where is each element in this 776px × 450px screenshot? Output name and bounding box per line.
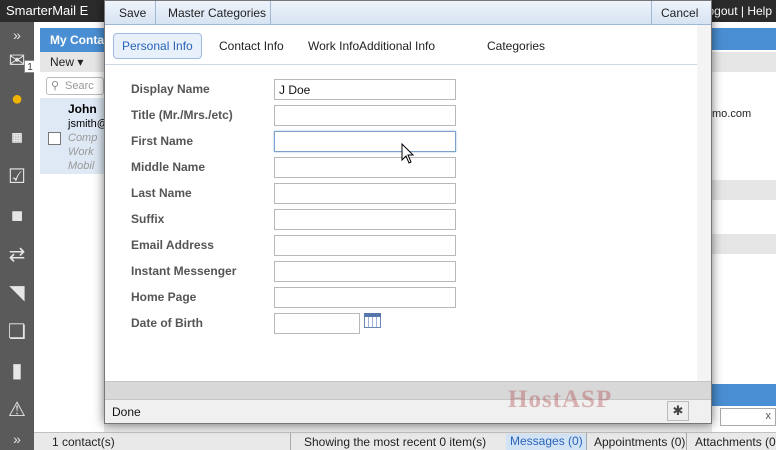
watermark-logo: HostASP [508, 386, 613, 413]
date-of-birth-label: Date of Birth [131, 316, 203, 330]
calendar-icon[interactable]: ▦ [4, 124, 30, 150]
title-label: Title (Mr./Mrs./etc) [131, 108, 233, 122]
dialog-footer [105, 381, 711, 399]
dialog-status-bar: Done ✱ [105, 399, 711, 423]
field-row-date-of-birth: Date of Birth [105, 313, 697, 335]
first-name-label: First Name [131, 134, 194, 148]
tab-contact-info[interactable]: Contact Info [210, 33, 293, 59]
rss-icon[interactable]: ◥ [4, 280, 30, 306]
appointments-tab[interactable]: Appointments (0) [594, 435, 685, 449]
tab-categories[interactable]: Categories [478, 33, 554, 59]
middle-name-input[interactable] [274, 157, 456, 178]
email-address-label: Email Address [131, 238, 214, 252]
home-page-label: Home Page [131, 290, 197, 304]
tab-additional-info[interactable]: Additional Info [350, 33, 444, 59]
divider [270, 1, 271, 25]
contact-details-pane: mo.com x [712, 22, 776, 432]
save-button[interactable]: Save [119, 6, 146, 20]
details-filter-input[interactable]: x [720, 408, 776, 426]
date-of-birth-input[interactable] [274, 313, 360, 334]
field-row-im: Instant Messenger [105, 261, 697, 283]
recent-items-text: Showing the most recent 0 item(s) [304, 435, 487, 449]
messages-tab[interactable]: Messages (0) [506, 434, 587, 450]
instant-messenger-label: Instant Messenger [131, 264, 237, 278]
reports-icon[interactable]: ▮ [4, 358, 30, 384]
notes-icon[interactable]: ■ [4, 203, 30, 229]
last-name-label: Last Name [131, 186, 192, 200]
sync-icon[interactable]: ⇄ [4, 242, 30, 268]
tasks-icon[interactable]: ☑ [4, 164, 30, 190]
contact-checkbox[interactable] [48, 132, 61, 145]
contacts-search-input[interactable]: ⚲ Searc [46, 77, 104, 95]
search-placeholder: Searc [65, 80, 94, 92]
master-categories-button[interactable]: Master Categories [168, 6, 266, 20]
dialog-toolbar: Save Master Categories Cancel [105, 1, 711, 25]
divider [651, 1, 652, 25]
status-text: Done [112, 405, 141, 419]
details-section-band [712, 180, 776, 200]
contact-company: Comp [68, 132, 98, 144]
contact-mobile: Mobil [68, 160, 95, 172]
field-row-home-page: Home Page [105, 287, 697, 309]
app-title: SmarterMail E [6, 3, 89, 18]
tab-personal-info[interactable]: Personal Info [113, 33, 202, 59]
calendar-picker-icon[interactable] [364, 313, 381, 328]
expand-icon[interactable]: » [4, 22, 30, 48]
dialog-tabs: Personal Info Contact Info Work Info Add… [105, 25, 697, 65]
details-header-band [712, 28, 776, 50]
first-name-input[interactable] [274, 131, 456, 152]
mouse-cursor-icon [401, 143, 415, 164]
bug-icon[interactable]: ✱ [667, 401, 689, 421]
attachments-tab[interactable]: Attachments (0) [695, 435, 776, 449]
title-input[interactable] [274, 105, 456, 126]
display-name-input[interactable] [274, 79, 456, 100]
divider [586, 433, 587, 450]
contacts-icon[interactable]: ● [4, 86, 30, 112]
details-section-band-2 [712, 234, 776, 254]
contact-list-item[interactable]: John jsmith@ Comp Work Mobil [40, 98, 104, 174]
field-row-title: Title (Mr./Mrs./etc) [105, 105, 697, 127]
field-row-email: Email Address [105, 235, 697, 257]
app-statusbar: 1 contact(s) Showing the most recent 0 i… [34, 432, 776, 450]
details-toolbar [712, 52, 776, 72]
instant-messenger-input[interactable] [274, 261, 456, 282]
divider [686, 433, 687, 450]
contact-editor-dialog: Save Master Categories Cancel Personal I… [104, 0, 712, 424]
contacts-pane: My Conta New ▾ ⚲ Searc John jsmith@ Comp… [34, 22, 104, 432]
email-address-input[interactable] [274, 235, 456, 256]
left-nav-rail: » ✉ 1 ● ▦ ☑ ■ ⇄ ◥ ❏ ▮ ⚠ » [0, 22, 36, 450]
divider [155, 1, 156, 25]
field-row-last-name: Last Name [105, 183, 697, 205]
collapse-icon[interactable]: » [4, 426, 30, 450]
divider [290, 433, 291, 450]
contact-work: Work [68, 146, 94, 158]
contact-email: jsmith@ [68, 118, 104, 130]
contact-name: John [68, 102, 97, 116]
files-icon[interactable]: ❏ [4, 319, 30, 345]
contacts-header: My Conta [40, 28, 104, 52]
contacts-toolbar: New ▾ [40, 52, 104, 72]
display-name-label: Display Name [131, 82, 210, 96]
dialog-scrollbar[interactable] [697, 25, 711, 381]
field-row-display-name: Display Name [105, 79, 697, 101]
clear-icon[interactable]: x [766, 410, 772, 422]
new-contact-button[interactable]: New ▾ [50, 55, 83, 69]
contact-count: 1 contact(s) [52, 435, 115, 449]
search-icon: ⚲ [51, 80, 60, 92]
last-name-input[interactable] [274, 183, 456, 204]
logout-help-links[interactable]: ogout | Help [708, 4, 773, 18]
home-page-input[interactable] [274, 287, 456, 308]
middle-name-label: Middle Name [131, 160, 206, 174]
suffix-input[interactable] [274, 209, 456, 230]
details-footer-band [712, 384, 776, 406]
cancel-button[interactable]: Cancel [661, 6, 698, 20]
alerts-icon[interactable]: ⚠ [4, 397, 30, 423]
field-row-suffix: Suffix [105, 209, 697, 231]
details-email-fragment: mo.com [712, 108, 752, 120]
suffix-label: Suffix [131, 212, 165, 226]
